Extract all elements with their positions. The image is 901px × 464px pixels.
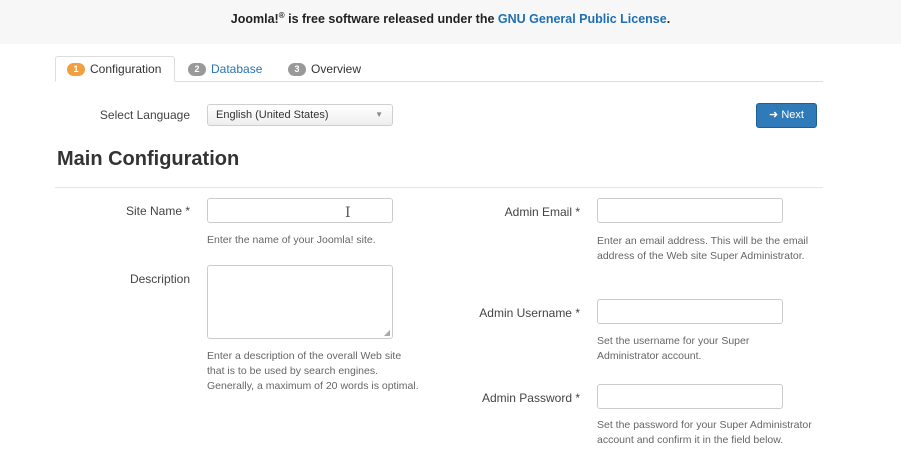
- admin-email-label: Admin Email *: [504, 205, 580, 219]
- next-button[interactable]: ➜ Next: [756, 103, 817, 128]
- site-name-help: Enter the name of your Joomla! site.: [207, 234, 376, 246]
- tab-label-configuration: Configuration: [90, 62, 162, 76]
- step-badge-2: 2: [188, 62, 206, 76]
- step-badge-3: 3: [288, 62, 306, 76]
- notice-text: is free software released under the: [284, 12, 498, 26]
- admin-username-help: Set the username for your Super Administ…: [597, 335, 750, 362]
- notice-period: .: [666, 12, 671, 26]
- joomla-name: Joomla!: [230, 12, 279, 26]
- admin-username-input[interactable]: [597, 299, 783, 324]
- description-textarea[interactable]: ◢: [207, 265, 393, 339]
- language-select[interactable]: English (United States) ▼: [207, 104, 393, 126]
- tab-configuration[interactable]: 1 Configuration: [55, 56, 175, 82]
- gnu-license-link[interactable]: GNU General Public License: [498, 12, 667, 26]
- description-help: Enter a description of the overall Web s…: [207, 350, 419, 392]
- admin-email-help: Enter an email address. This will be the…: [597, 235, 809, 262]
- description-label: Description: [129, 272, 190, 286]
- language-select-value: English (United States): [216, 109, 329, 121]
- admin-password-help: Set the password for your Super Administ…: [597, 419, 812, 446]
- tab-label-database: Database: [211, 62, 263, 76]
- tab-label-overview: Overview: [311, 62, 362, 76]
- tab-overview[interactable]: 3 Overview: [278, 56, 371, 82]
- select-language-label: Select Language: [99, 108, 190, 122]
- step-badge-1: 1: [67, 62, 85, 76]
- page-title: Main Configuration: [57, 148, 240, 170]
- tab-database[interactable]: 2 Database: [178, 56, 272, 82]
- admin-email-input[interactable]: [597, 198, 783, 223]
- license-notice: Joomla!® is free software released under…: [0, 0, 901, 44]
- resize-grip-icon[interactable]: ◢: [384, 328, 390, 337]
- admin-password-label: Admin Password *: [481, 391, 580, 405]
- site-name-input[interactable]: [207, 198, 393, 223]
- next-button-label: Next: [781, 109, 804, 121]
- text-cursor-icon: I: [345, 205, 351, 221]
- arrow-right-icon: ➜: [769, 109, 779, 121]
- heading-divider: [55, 187, 823, 188]
- site-name-label: Site Name *: [125, 204, 190, 218]
- admin-username-label: Admin Username *: [479, 306, 580, 320]
- admin-password-input[interactable]: [597, 384, 783, 409]
- caret-down-icon: ▼: [375, 110, 383, 119]
